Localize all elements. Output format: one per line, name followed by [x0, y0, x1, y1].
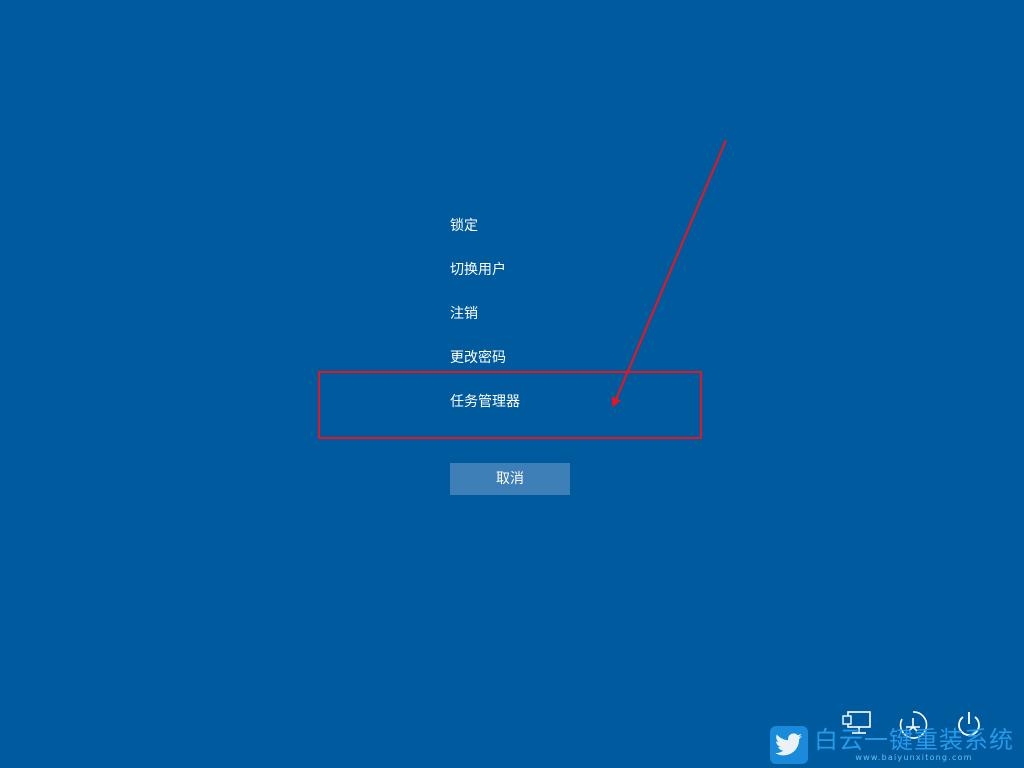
watermark-text: 白云一键重装系统 www.baiyunxitong.com [814, 728, 1014, 762]
watermark: 白云一键重装系统 www.baiyunxitong.com [770, 726, 1014, 764]
watermark-text-en: www.baiyunxitong.com [855, 753, 973, 762]
menu-item-sign-out[interactable]: 注销 [450, 300, 710, 344]
menu-item-switch-user[interactable]: 切换用户 [450, 256, 710, 300]
watermark-text-cn: 白云一键重装系统 [814, 726, 1014, 754]
cancel-button[interactable]: 取消 [450, 463, 570, 495]
menu-item-task-manager[interactable]: 任务管理器 [450, 388, 710, 432]
menu-item-change-password[interactable]: 更改密码 [450, 344, 710, 388]
twitter-bird-icon [770, 726, 808, 764]
menu-item-lock[interactable]: 锁定 [450, 212, 710, 256]
security-options-menu: 锁定 切换用户 注销 更改密码 任务管理器 [450, 212, 710, 432]
ctrl-alt-del-screen: 锁定 切换用户 注销 更改密码 任务管理器 取消 白云一键重装系统 www.ba… [0, 0, 1024, 768]
